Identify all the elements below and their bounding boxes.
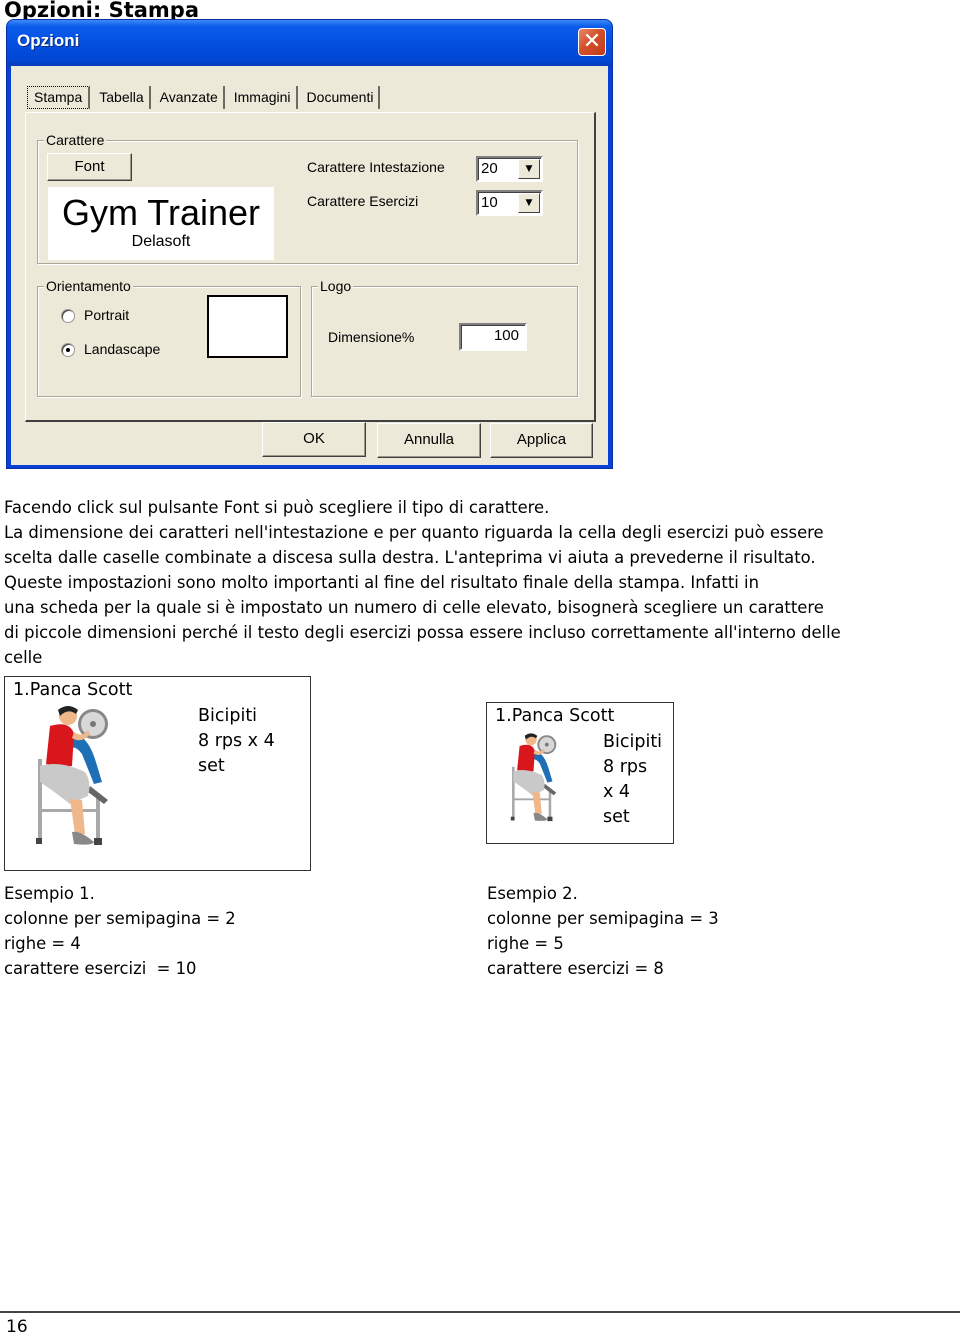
caption-line: righe = 5 [487, 934, 564, 953]
example-card-2: 1.Panca Scott Bicipiti 8 rps x 4 set [486, 702, 674, 844]
card-detail-line: 8 rps [603, 757, 648, 777]
body-line: Facendo click sul pulsante Font si può s… [4, 498, 550, 517]
close-icon: ✕ [582, 29, 602, 54]
landscape-label[interactable]: Landascape [84, 341, 160, 357]
chevron-down-icon[interactable]: ▼ [518, 193, 540, 213]
orientamento-legend: Orientamento [44, 278, 133, 294]
card-exercise-name: 1.Panca Scott [495, 706, 615, 726]
card-detail-line: Bicipiti [198, 706, 258, 726]
tab-tabella[interactable]: Tabella [94, 86, 151, 109]
carattere-esercizi-label: Carattere Esercizi [307, 193, 419, 209]
body-line: scelta dalle caselle combinate a discesa… [4, 548, 816, 567]
dialog-title: Opzioni [17, 31, 80, 50]
example-card-1: 1.Panca Scott Bicipiti 8 rps x 4 set [4, 676, 311, 871]
dimensione-input[interactable]: 100 [459, 323, 527, 351]
card-detail-line: Bicipiti [603, 732, 663, 752]
cancel-button[interactable]: Annulla [377, 423, 481, 458]
body-line: una scheda per la quale si è impostato u… [4, 598, 824, 617]
dimensione-label: Dimensione% [328, 329, 415, 345]
chevron-down-icon[interactable]: ▼ [518, 159, 540, 179]
font-preview-subtitle: Delasoft [131, 233, 191, 250]
font-preview-title: Gym Trainer [61, 192, 261, 233]
tab-strip: Stampa Tabella Avanzate Immagini Documen… [27, 86, 384, 109]
carattere-group: Carattere Font Gym Trainer Delasoft Cara… [37, 132, 578, 264]
carattere-esercizi-combo[interactable]: 10 ▼ [476, 190, 543, 216]
body-line: Queste impostazioni sono molto important… [4, 573, 759, 592]
carattere-legend: Carattere [44, 132, 107, 148]
landscape-radio[interactable] [61, 343, 75, 357]
caption-line: Esempio 1. [4, 884, 95, 903]
tab-stampa[interactable]: Stampa [27, 86, 91, 109]
close-button[interactable]: ✕ [578, 28, 606, 56]
card-detail-line: 8 rps x 4 [198, 731, 275, 751]
card-detail-line: set [198, 756, 225, 776]
tab-immagini[interactable]: Immagini [229, 86, 298, 109]
body-line: La dimensione dei caratteri nell'intesta… [4, 523, 824, 542]
font-preview: Gym Trainer Delasoft [48, 187, 274, 260]
dialog-titlebar[interactable]: Opzioni ✕ [7, 20, 612, 66]
caption-line: carattere esercizi = 8 [487, 959, 664, 978]
card-exercise-name: 1.Panca Scott [13, 680, 133, 700]
preacher-curl-figure [510, 733, 557, 822]
example-1-caption: Esempio 1. colonne per semipagina = 2 ri… [4, 881, 236, 981]
apply-button[interactable]: Applica [490, 423, 593, 458]
card-detail: Bicipiti 8 rps x 4 set [603, 730, 662, 830]
body-line: di piccole dimensioni perché il testo de… [4, 623, 841, 642]
preacher-curl-figure [36, 706, 108, 845]
options-dialog: Opzioni ✕ Stampa Tabella Avanzate Immagi… [6, 19, 613, 469]
orientamento-group: Orientamento Portrait Landascape [37, 278, 301, 397]
logo-group: Logo Dimensione% 100 [311, 278, 578, 397]
caption-line: Esempio 2. [487, 884, 578, 903]
body-line: celle [4, 648, 43, 667]
example-2-caption: Esempio 2. colonne per semipagina = 3 ri… [487, 881, 719, 981]
page-number: 16 [6, 1317, 28, 1337]
caption-line: colonne per semipagina = 3 [487, 909, 719, 928]
carattere-intestazione-label: Carattere Intestazione [307, 159, 445, 175]
carattere-intestazione-value: 20 [481, 160, 498, 177]
carattere-esercizi-value: 10 [481, 194, 498, 211]
card-detail: Bicipiti 8 rps x 4 set [198, 704, 275, 779]
tab-panel-stampa: Carattere Font Gym Trainer Delasoft Cara… [25, 112, 596, 422]
dialog-client-area: Stampa Tabella Avanzate Immagini Documen… [11, 66, 608, 465]
logo-legend: Logo [318, 278, 354, 294]
body-paragraph: Facendo click sul pulsante Font si può s… [4, 495, 960, 670]
card-detail-line: x 4 [603, 782, 631, 802]
tab-avanzate[interactable]: Avanzate [155, 86, 225, 109]
portrait-radio[interactable] [61, 309, 75, 323]
tab-documenti[interactable]: Documenti [302, 86, 381, 109]
caption-line: carattere esercizi = 10 [4, 959, 197, 978]
font-button[interactable]: Font [47, 153, 132, 181]
carattere-intestazione-combo[interactable]: 20 ▼ [476, 156, 543, 182]
portrait-label[interactable]: Portrait [84, 307, 129, 323]
card-detail-line: set [603, 807, 630, 827]
ok-button[interactable]: OK [262, 422, 366, 457]
orientation-preview [207, 295, 288, 358]
footer-divider [0, 1311, 960, 1313]
caption-line: colonne per semipagina = 2 [4, 909, 236, 928]
caption-line: righe = 4 [4, 934, 81, 953]
